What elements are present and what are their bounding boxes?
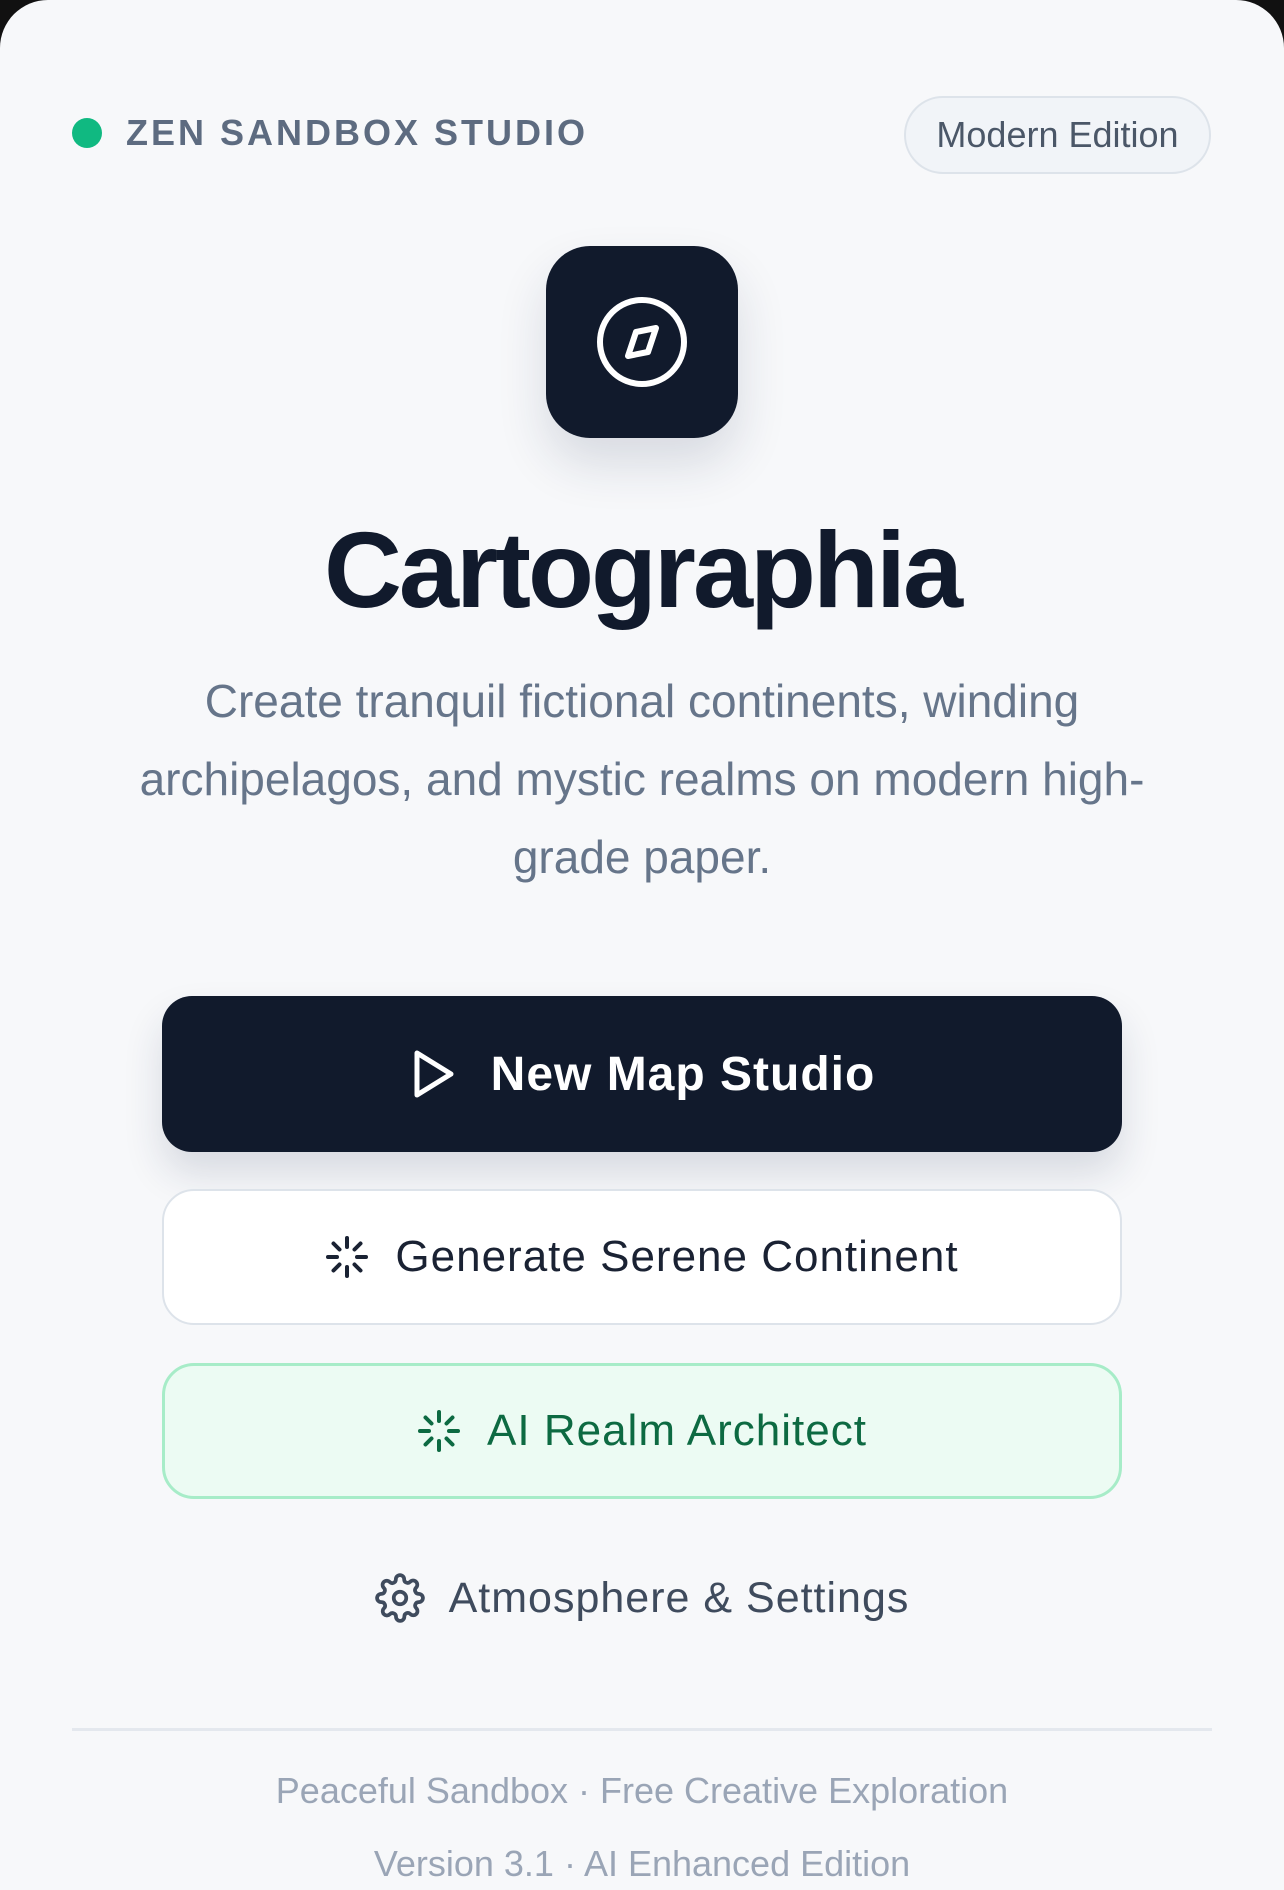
edition-badge: Modern Edition <box>904 96 1211 174</box>
app-title: Cartographia <box>323 509 963 630</box>
ai-realm-architect-button[interactable]: AI Realm Architect <box>162 1363 1122 1499</box>
generate-continent-label: Generate Serene Continent <box>395 1232 959 1281</box>
compass-icon <box>594 294 690 390</box>
loader-icon <box>417 1409 461 1453</box>
generate-continent-button[interactable]: Generate Serene Continent <box>162 1189 1122 1325</box>
play-icon <box>409 1048 457 1100</box>
new-map-studio-label: New Map Studio <box>490 1047 876 1101</box>
footer-tagline: Peaceful Sandbox · Free Creative Explora… <box>275 1770 1009 1811</box>
launcher-card: ZEN SANDBOX STUDIO Modern Edition Cartog… <box>0 0 1284 1890</box>
status-dot <box>72 118 102 148</box>
app-subtitle: Create tranquil fictional continents, wi… <box>139 675 1145 883</box>
brand-name: ZEN SANDBOX STUDIO <box>126 112 589 153</box>
new-map-studio-button[interactable]: New Map Studio <box>162 996 1122 1152</box>
ai-realm-architect-label: AI Realm Architect <box>487 1406 867 1455</box>
settings-link[interactable]: Atmosphere & Settings <box>0 1566 1284 1630</box>
settings-label: Atmosphere & Settings <box>448 1573 910 1622</box>
loader-icon <box>325 1235 369 1279</box>
footer-divider <box>72 1728 1212 1731</box>
gear-icon <box>374 1573 425 1623</box>
brand: ZEN SANDBOX STUDIO <box>72 112 588 154</box>
footer-version: Version 3.1 · AI Enhanced Edition <box>373 1843 911 1884</box>
app-icon <box>546 246 738 438</box>
